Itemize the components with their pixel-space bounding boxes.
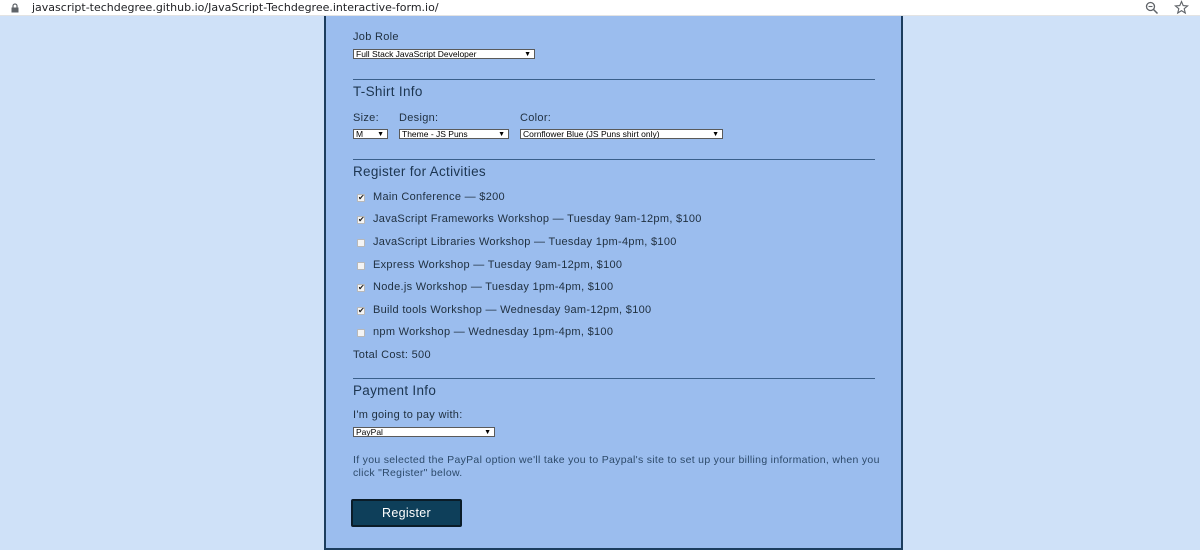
activity-label-0[interactable]: Main Conference — $200 bbox=[373, 191, 505, 203]
job-role-select[interactable]: Full Stack JavaScript Developer ▼ bbox=[353, 49, 535, 59]
chevron-down-icon: ▼ bbox=[498, 131, 505, 138]
section-divider bbox=[353, 79, 875, 80]
design-select[interactable]: Theme - JS Puns ▼ bbox=[399, 129, 509, 139]
form-panel: Job Role Full Stack JavaScript Developer… bbox=[324, 16, 903, 550]
tshirt-heading: T-Shirt Info bbox=[353, 84, 423, 99]
design-value: Theme - JS Puns bbox=[402, 129, 468, 139]
activity-checkbox-6[interactable] bbox=[357, 329, 365, 337]
star-icon[interactable] bbox=[1174, 0, 1189, 15]
url-text[interactable]: javascript-techdegree.github.io/JavaScri… bbox=[32, 1, 439, 14]
activity-checkbox-4[interactable]: ✔ bbox=[357, 283, 365, 292]
size-select[interactable]: M ▼ bbox=[353, 129, 388, 139]
check-icon: ✔ bbox=[358, 283, 365, 292]
color-value: Cornflower Blue (JS Puns shirt only) bbox=[523, 129, 660, 139]
lock-icon[interactable] bbox=[10, 3, 20, 13]
activity-label-3[interactable]: Express Workshop — Tuesday 9am-12pm, $10… bbox=[373, 259, 622, 271]
paypal-note: If you selected the PayPal option we'll … bbox=[353, 454, 880, 479]
section-divider bbox=[353, 159, 875, 160]
chevron-down-icon: ▼ bbox=[484, 429, 491, 436]
payment-select[interactable]: PayPal ▼ bbox=[353, 427, 495, 437]
chevron-down-icon: ▼ bbox=[377, 131, 384, 138]
job-role-label: Job Role bbox=[353, 31, 399, 43]
activity-checkbox-0[interactable]: ✔ bbox=[357, 193, 365, 202]
chevron-down-icon: ▼ bbox=[712, 131, 719, 138]
payment-value: PayPal bbox=[356, 427, 383, 437]
size-label: Size: bbox=[353, 112, 379, 124]
zoom-icon[interactable] bbox=[1145, 1, 1159, 15]
design-label: Design: bbox=[399, 112, 439, 124]
register-button[interactable]: Register bbox=[351, 499, 462, 527]
activity-label-2[interactable]: JavaScript Libraries Workshop — Tuesday … bbox=[373, 236, 677, 248]
check-icon: ✔ bbox=[358, 193, 365, 202]
total-cost: Total Cost: 500 bbox=[353, 349, 431, 361]
activity-checkbox-2[interactable] bbox=[357, 239, 365, 247]
activity-label-6[interactable]: npm Workshop — Wednesday 1pm-4pm, $100 bbox=[373, 326, 613, 338]
activities-heading: Register for Activities bbox=[353, 164, 486, 179]
color-select[interactable]: Cornflower Blue (JS Puns shirt only) ▼ bbox=[520, 129, 723, 139]
activity-checkbox-1[interactable]: ✔ bbox=[357, 215, 365, 224]
color-label: Color: bbox=[520, 112, 552, 124]
activity-checkbox-5[interactable]: ✔ bbox=[357, 306, 365, 315]
activity-label-5[interactable]: Build tools Workshop — Wednesday 9am-12p… bbox=[373, 304, 651, 316]
size-value: M bbox=[356, 129, 364, 139]
chevron-down-icon: ▼ bbox=[524, 51, 531, 58]
section-divider bbox=[353, 378, 875, 379]
payment-heading: Payment Info bbox=[353, 383, 437, 398]
pay-with-label: I'm going to pay with: bbox=[353, 409, 463, 421]
check-icon: ✔ bbox=[358, 215, 365, 224]
address-bar[interactable]: javascript-techdegree.github.io/JavaScri… bbox=[0, 0, 1200, 16]
activity-label-4[interactable]: Node.js Workshop — Tuesday 1pm-4pm, $100 bbox=[373, 281, 613, 293]
activity-label-1[interactable]: JavaScript Frameworks Workshop — Tuesday… bbox=[373, 213, 702, 225]
check-icon: ✔ bbox=[358, 306, 365, 315]
job-role-value: Full Stack JavaScript Developer bbox=[356, 49, 477, 59]
activity-checkbox-3[interactable] bbox=[357, 262, 365, 270]
